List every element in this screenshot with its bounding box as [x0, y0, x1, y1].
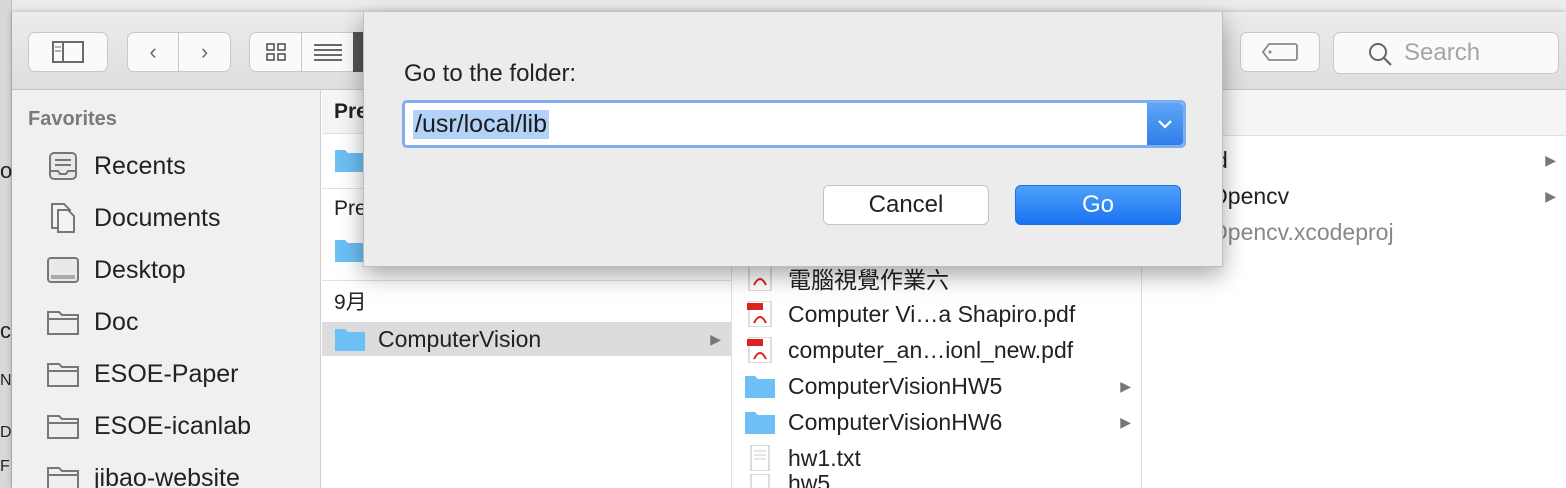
view-mode-segment: [249, 32, 361, 72]
folder-path-input[interactable]: /usr/local/lib: [402, 100, 1186, 148]
sidebar: Favorites Recents Documents Desktop Doc …: [12, 90, 321, 488]
desktop-icon: [46, 255, 80, 285]
sidebar-item-label: Doc: [94, 307, 139, 336]
item-label: Computer Vi…a Shapiro.pdf: [788, 300, 1076, 327]
list-item-computervision[interactable]: ComputerVision ▶: [322, 322, 731, 356]
item-label: computer_an…ionl_new.pdf: [788, 336, 1074, 363]
background-text: N: [0, 372, 12, 389]
search-icon: [1369, 43, 1392, 66]
background-text: D: [0, 424, 12, 441]
pdf-icon: [747, 337, 772, 363]
list-view-button[interactable]: [302, 33, 354, 71]
text-file-icon: [750, 474, 770, 488]
tag-icon: [1261, 43, 1298, 61]
background-text: F: [0, 458, 10, 475]
icon-view-button[interactable]: [250, 33, 302, 71]
sidebar-item-label: ESOE-icanlab: [94, 411, 252, 440]
text-file-icon: [750, 445, 770, 471]
recents-icon: [46, 151, 80, 181]
tags-button[interactable]: [1240, 32, 1320, 72]
dialog-label: Go to the folder:: [404, 60, 577, 87]
folder-icon: [46, 463, 80, 488]
disclosure-arrow-icon: ▶: [1120, 413, 1131, 430]
disclosure-arrow-icon: ▶: [1120, 377, 1131, 394]
grid-icon: [265, 43, 286, 61]
list-item[interactable]: ComputerVisionHW6 ▶: [732, 404, 1141, 440]
list-item[interactable]: ComputerVisionHW5 ▶: [732, 368, 1141, 404]
background-text: o: [0, 158, 13, 183]
item-label: hw1.txt: [788, 444, 861, 471]
folder-path-value[interactable]: /usr/local/lib: [413, 110, 549, 139]
folder-icon: [335, 329, 365, 351]
background-text: c: [0, 318, 11, 343]
nav-buttons: ‹ ›: [127, 32, 231, 72]
folder-icon: [745, 412, 775, 434]
list-icon: [314, 44, 342, 61]
cancel-button[interactable]: Cancel: [823, 185, 989, 225]
sidebar-heading: Favorites: [28, 108, 117, 130]
disclosure-arrow-icon: ▶: [710, 330, 721, 347]
folder-icon: [46, 411, 80, 441]
sidebar-icon: [52, 41, 84, 63]
sidebar-item-doc[interactable]: Doc: [46, 302, 138, 342]
sidebar-item-esoe-paper[interactable]: ESOE-Paper: [46, 354, 239, 394]
sidebar-item-desktop[interactable]: Desktop: [46, 250, 186, 290]
folder-icon: [335, 240, 365, 262]
column-view-button[interactable]: [353, 32, 363, 72]
chevron-left-icon: ‹: [149, 39, 157, 64]
go-to-folder-dialog: Go to the folder: /usr/local/lib Cancel …: [363, 12, 1223, 267]
folder-icon: [335, 150, 365, 172]
group-header-text: Pre: [334, 99, 368, 123]
chevron-down-icon: [1158, 120, 1172, 129]
folder-icon: [46, 359, 80, 389]
forward-button[interactable]: ›: [179, 33, 230, 71]
sidebar-item-label: Recents: [94, 151, 186, 180]
group-header: 9月: [322, 280, 731, 320]
go-button[interactable]: Go: [1015, 185, 1181, 225]
item-label: ComputerVisionHW6: [788, 408, 1003, 435]
path-history-dropdown[interactable]: [1147, 103, 1183, 145]
pdf-icon: [748, 265, 772, 291]
disclosure-arrow-icon: ▶: [1545, 187, 1556, 204]
documents-icon: [46, 203, 80, 233]
pdf-icon: [747, 301, 772, 327]
back-button[interactable]: ‹: [128, 33, 180, 71]
background-window-edge: o c N D F: [0, 0, 12, 488]
list-item[interactable]: hw1.txt: [732, 440, 1141, 476]
sidebar-item-recents[interactable]: Recents: [46, 146, 186, 186]
item-label: ComputerVision: [378, 325, 542, 352]
chevron-right-icon: ›: [200, 39, 209, 64]
disclosure-arrow-icon: ▶: [1545, 151, 1556, 168]
item-label: hw5: [788, 474, 831, 488]
sidebar-item-documents[interactable]: Documents: [46, 198, 220, 238]
sidebar-item-label: ESOE-Paper: [94, 359, 239, 388]
sidebar-item-label: Documents: [94, 203, 221, 232]
sidebar-toggle-button[interactable]: [28, 32, 108, 72]
list-item[interactable]: Computer Vi…a Shapiro.pdf: [732, 296, 1141, 332]
search-placeholder: Search: [1404, 39, 1481, 66]
list-item[interactable]: hw5: [732, 474, 1141, 488]
folder-icon: [46, 307, 80, 337]
sidebar-item-label: jibao-website: [94, 463, 240, 488]
folder-icon: [745, 376, 775, 398]
list-item[interactable]: computer_an…ionl_new.pdf: [732, 332, 1141, 368]
sidebar-item-esoe-icanlab[interactable]: ESOE-icanlab: [46, 406, 251, 446]
search-field[interactable]: Search: [1333, 32, 1559, 74]
sidebar-item-jibao-website[interactable]: jibao-website: [46, 458, 240, 488]
sidebar-item-label: Desktop: [94, 255, 186, 284]
item-label: ComputerVisionHW5: [788, 372, 1003, 399]
group-header-text: 9月: [334, 290, 367, 314]
group-header-text: Pre: [334, 196, 367, 220]
